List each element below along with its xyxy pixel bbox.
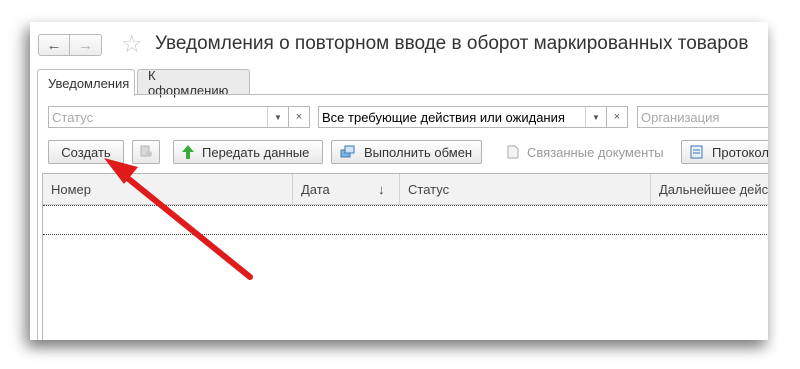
arrow-right-icon: →: [78, 36, 93, 54]
dropdown-icon[interactable]: ▼: [267, 107, 288, 127]
run-exchange-button[interactable]: Выполнить обмен: [331, 140, 482, 164]
copy-button[interactable]: [132, 140, 160, 164]
tab-notifications[interactable]: Уведомления: [37, 69, 135, 96]
column-next-action[interactable]: Дальнейшее действие: [651, 174, 768, 204]
notifications-table[interactable]: Номер Дата ↓ Статус Дальнейшее действие: [42, 173, 768, 340]
back-button[interactable]: ←: [38, 34, 70, 56]
protocol-button[interactable]: Протокол: [681, 140, 768, 164]
arrow-up-icon: [182, 145, 194, 159]
create-button[interactable]: Создать: [48, 140, 124, 164]
clear-icon[interactable]: ×: [288, 107, 309, 127]
related-documents-label: Связанные документы: [527, 144, 664, 160]
clear-icon[interactable]: ×: [606, 107, 627, 127]
send-data-label: Передать данные: [202, 144, 310, 160]
column-number[interactable]: Номер: [43, 174, 293, 204]
column-label: Дата: [301, 181, 330, 197]
organization-filter[interactable]: Организация: [637, 106, 768, 128]
action-filter-value: Все требующие действия или ожидания: [322, 109, 565, 125]
sort-desc-icon: ↓: [378, 181, 385, 197]
forward-button[interactable]: →: [70, 34, 102, 56]
column-status[interactable]: Статус: [400, 174, 651, 204]
status-filter-placeholder: Статус: [52, 109, 94, 125]
page-title: Уведомления о повторном вводе в оборот м…: [155, 33, 749, 54]
tab-label: К оформлению: [148, 67, 229, 98]
arrow-left-icon: ←: [46, 36, 62, 54]
column-label: Дальнейшее действие: [659, 181, 768, 197]
protocol-label: Протокол: [712, 144, 768, 160]
tab-label: Уведомления: [48, 75, 130, 91]
create-button-label: Создать: [61, 144, 111, 160]
column-label: Номер: [51, 181, 92, 197]
tab-to-process[interactable]: К оформлению: [137, 67, 250, 98]
send-data-button[interactable]: Передать данные: [173, 140, 323, 164]
favorite-star-icon[interactable]: ☆: [121, 30, 143, 59]
status-filter[interactable]: Статус ▼ ×: [48, 106, 310, 128]
table-row[interactable]: [43, 205, 768, 235]
organization-filter-placeholder: Организация: [641, 109, 720, 125]
exchange-icon: [340, 145, 356, 159]
action-filter[interactable]: Все требующие действия или ожидания ▼ ×: [318, 106, 628, 128]
app-window: ← → ☆ Уведомления о повторном вводе в об…: [30, 22, 768, 340]
column-date[interactable]: Дата ↓: [293, 174, 400, 204]
document-icon: [507, 145, 519, 159]
protocol-icon: [690, 145, 704, 159]
column-label: Статус: [408, 181, 450, 197]
related-documents-button[interactable]: Связанные документы: [498, 140, 668, 164]
copy-icon: [139, 144, 153, 161]
dropdown-icon[interactable]: ▼: [585, 107, 606, 127]
table-header: Номер Дата ↓ Статус Дальнейшее действие: [43, 174, 768, 205]
run-exchange-label: Выполнить обмен: [364, 144, 473, 160]
